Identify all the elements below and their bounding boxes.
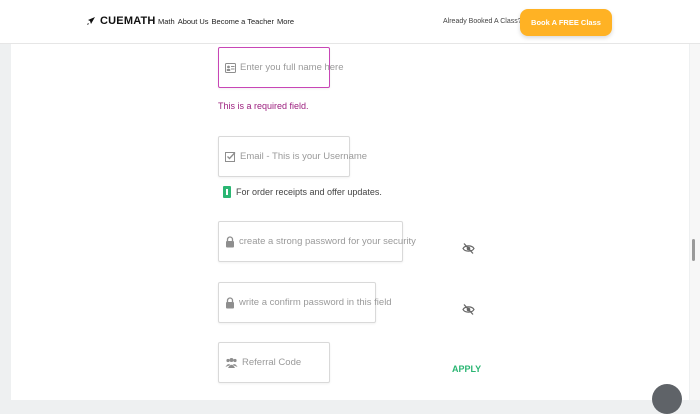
confirm-password-placeholder: write a confirm password in this field xyxy=(239,297,392,308)
apply-referral-button[interactable]: APPLY xyxy=(452,364,481,374)
email-hint-text: For order receipts and offer updates. xyxy=(236,187,382,197)
checkbox-icon xyxy=(225,151,236,162)
scrollbar[interactable] xyxy=(690,44,700,400)
rocket-icon xyxy=(86,16,96,26)
eye-off-icon[interactable] xyxy=(462,303,475,316)
nav-item-more[interactable]: More xyxy=(277,17,294,26)
email-hint: For order receipts and offer updates. xyxy=(223,186,382,198)
nav-item-about-us[interactable]: About Us xyxy=(178,17,209,26)
main-nav: Math About Us Become a Teacher More xyxy=(158,17,294,26)
top-navbar: CUEMATH Math About Us Become a Teacher M… xyxy=(0,0,700,44)
referral-code-field[interactable]: Referral Code xyxy=(218,342,330,383)
password-field[interactable]: create a strong password for your securi… xyxy=(218,221,416,262)
book-free-class-button[interactable]: Book A FREE Class xyxy=(520,9,612,36)
info-badge-icon xyxy=(223,186,231,198)
lock-icon xyxy=(225,235,235,248)
required-field-error: This is a required field. xyxy=(218,101,309,111)
referral-code-placeholder: Referral Code xyxy=(242,357,302,368)
scrollbar-thumb[interactable] xyxy=(692,239,695,261)
logo-text: CUEMATH xyxy=(100,15,156,27)
full-name-placeholder: Enter you full name here xyxy=(240,62,344,73)
password-placeholder: create a strong password for your securi… xyxy=(239,236,416,247)
chat-bubble-icon[interactable] xyxy=(652,384,682,414)
id-card-icon xyxy=(225,62,236,73)
nav-item-become-a-teacher[interactable]: Become a Teacher xyxy=(212,17,274,26)
eye-off-icon[interactable] xyxy=(462,242,475,255)
confirm-password-field[interactable]: write a confirm password in this field xyxy=(218,282,392,323)
email-placeholder: Email - This is your Username xyxy=(240,151,368,162)
already-booked-link[interactable]: Already Booked A Class? xyxy=(443,18,522,25)
email-field[interactable]: Email - This is your Username xyxy=(218,136,367,177)
lock-icon xyxy=(225,296,235,309)
cuemath-logo[interactable]: CUEMATH xyxy=(86,15,156,27)
nav-item-math[interactable]: Math xyxy=(158,17,175,26)
full-name-field[interactable]: Enter you full name here xyxy=(218,47,344,88)
users-icon xyxy=(225,357,238,368)
